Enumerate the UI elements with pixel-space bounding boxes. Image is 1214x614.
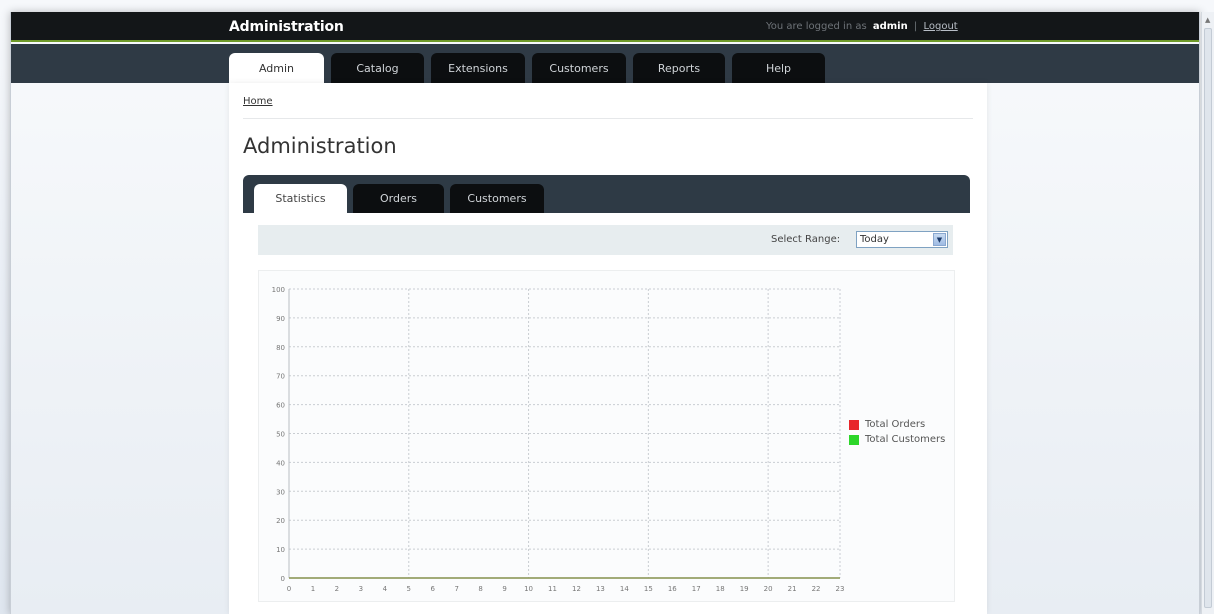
x-tick-label: 0 [287,585,291,593]
y-tick-label: 70 [276,373,285,381]
tab-customers[interactable]: Customers [532,53,626,83]
x-tick-label: 21 [788,585,797,593]
top-header-bar: Administration You are logged in as admi… [11,12,1199,42]
range-filter-bar: Select Range: Today ▼ [258,225,953,255]
dropdown-arrow-icon[interactable]: ▼ [933,233,946,246]
app-title: Administration [229,19,344,35]
main-tabs: Admin Catalog Extensions Customers Repor… [229,53,832,83]
y-tick-label: 0 [281,575,285,583]
x-tick-label: 1 [311,585,315,593]
logout-link[interactable]: Logout [923,21,957,32]
range-selected-value: Today [860,234,889,245]
tab-reports[interactable]: Reports [633,53,725,83]
x-tick-label: 19 [740,585,749,593]
login-separator: | [913,21,918,32]
breadcrumb-home[interactable]: Home [243,96,273,107]
tab-customers-stats[interactable]: Customers [450,184,544,213]
breadcrumb-divider [243,118,973,119]
tab-statistics[interactable]: Statistics [254,184,347,213]
y-tick-label: 100 [272,286,285,294]
range-label: Select Range: [771,234,841,245]
tab-help[interactable]: Help [732,53,825,83]
legend-item-total-customers: Total Customers [849,432,945,447]
tab-orders[interactable]: Orders [353,184,444,213]
x-tick-label: 17 [692,585,701,593]
x-tick-label: 12 [572,585,581,593]
x-tick-label: 9 [502,585,506,593]
y-tick-label: 90 [276,315,285,323]
page-title: Administration [243,134,397,158]
y-tick-label: 60 [276,402,285,410]
dashboard-tab-bar: Statistics Orders Customers [243,175,970,213]
scroll-up-arrow-icon[interactable]: ▲ [1205,16,1210,24]
legend-swatch-orders [849,419,859,430]
legend-swatch-customers [849,434,859,445]
login-status-text: You are logged in as [766,21,867,32]
scrollbar-thumb[interactable] [1204,28,1212,608]
page-scrollbar[interactable]: ▲ [1201,12,1214,614]
x-tick-label: 23 [836,585,845,593]
username: admin [872,21,908,32]
x-tick-label: 18 [716,585,725,593]
x-tick-label: 4 [383,585,388,593]
x-tick-label: 13 [596,585,605,593]
x-tick-label: 2 [335,585,339,593]
y-tick-label: 50 [276,431,285,439]
x-tick-label: 5 [407,585,411,593]
login-info: You are logged in as admin | Logout [766,21,958,32]
legend-label-customers: Total Customers [865,434,946,445]
y-tick-label: 80 [276,344,285,352]
tab-catalog[interactable]: Catalog [331,53,424,83]
dashboard-tabs: Statistics Orders Customers [254,184,550,213]
x-tick-label: 20 [764,585,773,593]
y-tick-label: 10 [276,546,285,554]
x-tick-label: 11 [548,585,557,593]
x-tick-label: 8 [478,585,482,593]
x-tick-label: 15 [644,585,653,593]
y-tick-label: 40 [276,459,285,467]
x-tick-label: 10 [524,585,533,593]
legend-label-orders: Total Orders [865,419,926,430]
x-tick-label: 14 [620,585,629,593]
x-tick-label: 22 [812,585,821,593]
statistics-chart: 0 10 20 30 40 50 60 70 80 90 100 0 1 2 3 4 5 6 7 8 9 10 11 12 13… [258,270,955,602]
x-tick-label: 3 [359,585,363,593]
x-tick-label: 16 [668,585,677,593]
tab-extensions[interactable]: Extensions [431,53,525,83]
x-tick-label: 6 [431,585,436,593]
legend-item-total-orders: Total Orders [849,417,945,432]
chart-legend: Total Orders Total Customers [849,417,945,447]
x-tick-label: 7 [454,585,458,593]
y-tick-label: 30 [276,488,285,496]
tab-admin[interactable]: Admin [229,53,324,83]
range-select[interactable]: Today ▼ [856,231,948,248]
y-tick-label: 20 [276,517,285,525]
